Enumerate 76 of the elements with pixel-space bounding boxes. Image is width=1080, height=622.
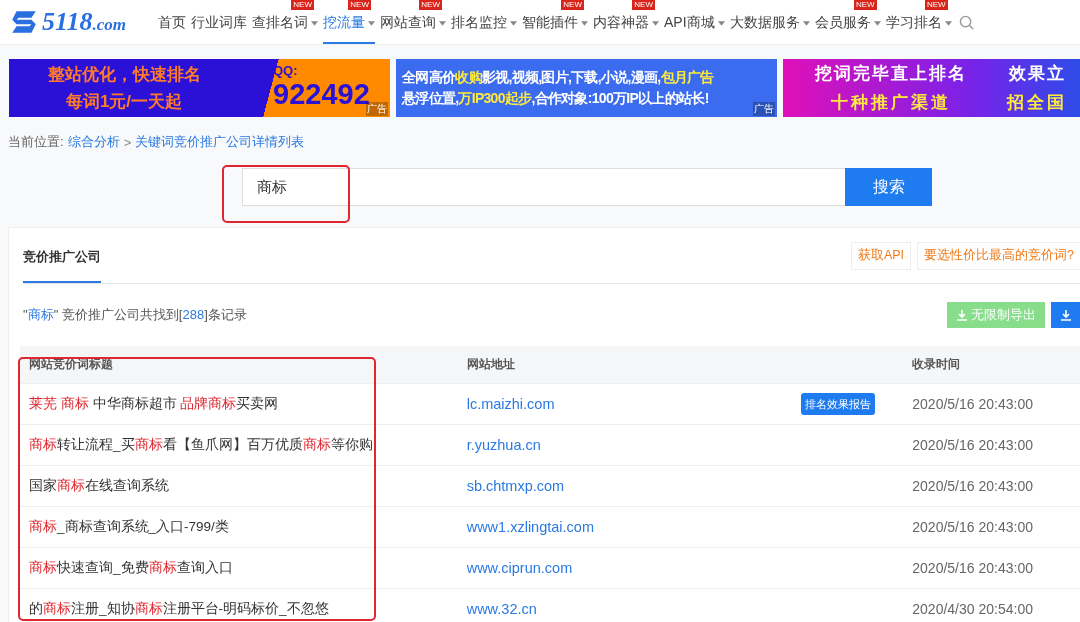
site-url-link[interactable]: r.yuzhua.cn: [466, 437, 802, 453]
column-header: 网站地址: [466, 357, 516, 372]
report-button[interactable]: 排名效果报告: [801, 393, 876, 415]
site-url-link[interactable]: sb.chtmxp.com: [466, 478, 802, 494]
panel-tab[interactable]: 竞价推广公司: [23, 248, 101, 283]
caret-icon: [439, 20, 446, 26]
ad-text: 挖词完毕直上排名: [815, 63, 967, 85]
nav-item[interactable]: NEW 学习排名: [885, 0, 952, 44]
ad-title-cell-text: 商标转让流程_买商标看【鱼爪网】百万优质商标等你购: [28, 436, 374, 454]
nav-item[interactable]: 大数据服务: [729, 0, 810, 44]
new-badge: NEW: [348, 0, 371, 10]
site-url-link[interactable]: www1.xzlingtai.com: [466, 519, 802, 535]
nav-item[interactable]: 排名监控: [451, 0, 517, 44]
caret-icon: [581, 20, 588, 26]
nav-item[interactable]: NEW 内容神器: [593, 0, 659, 44]
time-cell-text: 2020/5/16 20:43:00: [912, 437, 1034, 453]
caret-icon: [944, 20, 952, 26]
breadcrumb-label: 当前位置:: [8, 133, 64, 151]
logo-text[interactable]: 5118.com: [42, 9, 127, 35]
ad-text: 效果立: [1008, 63, 1066, 85]
download-icon: [956, 309, 968, 321]
ad-text: 整站优化，快速排名: [47, 64, 201, 86]
ad-banner[interactable]: 全网高价收购影视,视频,图片,下载,小说,漫画,包月广告 悬浮位置,万IP300起步,合作对象:100万IP以上的站长! 广告: [396, 59, 777, 117]
ad-text: 每词1元/一天起: [65, 91, 183, 113]
new-badge: NEW: [632, 0, 655, 10]
caret-icon: [510, 20, 517, 26]
new-badge: NEW: [291, 0, 314, 10]
ad-text: 悬浮位置,万IP300起步,合作对象:100万IP以上的站长!: [402, 89, 709, 108]
ad-title-cell-text: 国家商标在线查询系统: [28, 477, 170, 495]
site-url-link[interactable]: www.ciprun.com: [466, 560, 802, 576]
ad-title-cell-text: 的商标注册_知协商标注册平台-明码标价_不忽悠: [28, 600, 330, 618]
caret-icon: [368, 20, 375, 26]
site-url-link[interactable]: lc.maizhi.com: [466, 396, 802, 412]
nav-item[interactable]: NEW 会员服务: [814, 0, 881, 44]
ad-text: 全网高价收购影视,视频,图片,下载,小说,漫画,包月广告: [402, 68, 714, 87]
search-icon[interactable]: [958, 14, 974, 30]
caret-icon: [717, 20, 725, 26]
time-cell-text: 2020/5/16 20:43:00: [912, 519, 1034, 535]
nav-item[interactable]: NEW 智能插件: [522, 0, 588, 44]
caret-icon: [652, 20, 659, 26]
ad-title-cell-text: 商标_商标查询系统_入口-799/类: [28, 518, 230, 536]
new-badge: NEW: [924, 0, 948, 10]
nav-item[interactable]: 首页: [158, 0, 186, 44]
breadcrumb-link[interactable]: 综合分析: [67, 133, 120, 151]
site-url-link[interactable]: www.32.cn: [466, 601, 802, 617]
column-header: 收录时间: [912, 357, 962, 372]
caret-icon: [802, 20, 810, 26]
nav-item[interactable]: NEW 查排名词: [252, 0, 318, 44]
breadcrumb-separator: >: [123, 134, 132, 150]
search-button[interactable]: 搜索: [845, 168, 932, 206]
action-button[interactable]: 要选性价比最高的竞价词?: [917, 241, 1080, 270]
search-field[interactable]: 商标: [242, 168, 845, 206]
action-button[interactable]: 获取API: [850, 241, 912, 270]
new-badge: NEW: [561, 0, 584, 10]
ad-text: 十种推广渠道: [831, 92, 951, 114]
new-badge: NEW: [419, 0, 442, 10]
time-cell-text: 2020/5/16 20:43:00: [912, 560, 1034, 576]
nav-item[interactable]: 行业词库: [191, 0, 247, 44]
ad-tag: 广告: [753, 102, 775, 116]
time-cell-text: 2020/5/16 20:43:00: [912, 478, 1034, 494]
time-cell-text: 2020/4/30 20:54:00: [912, 601, 1034, 617]
time-cell-text: 2020/5/16 20:43:00: [912, 396, 1034, 412]
nav-item[interactable]: NEW 挖流量: [323, 0, 375, 44]
result-summary: "商标" 竞价推广公司共找到[288]条记录: [23, 306, 247, 324]
download-icon: [1060, 309, 1072, 321]
new-badge: NEW: [853, 0, 877, 10]
caret-icon: [311, 20, 318, 26]
nav-item[interactable]: API商城: [664, 0, 725, 44]
ad-text: 招全国: [1007, 92, 1067, 114]
caret-icon: [873, 20, 881, 26]
ad-banner[interactable]: 挖词完毕直上排名 十种推广渠道 效果立 招全国: [783, 59, 1080, 117]
nav-item[interactable]: NEW 网站查询: [380, 0, 446, 44]
download-button[interactable]: [1051, 302, 1080, 328]
breadcrumb-link[interactable]: 关键词竞价推广公司详情列表: [135, 133, 305, 151]
ad-title-cell-text: 莱芜 商标 中华商标超市 品牌商标买卖网: [28, 395, 280, 413]
ad-title-cell-text: 商标快速查询_免费商标查询入口: [28, 559, 234, 577]
